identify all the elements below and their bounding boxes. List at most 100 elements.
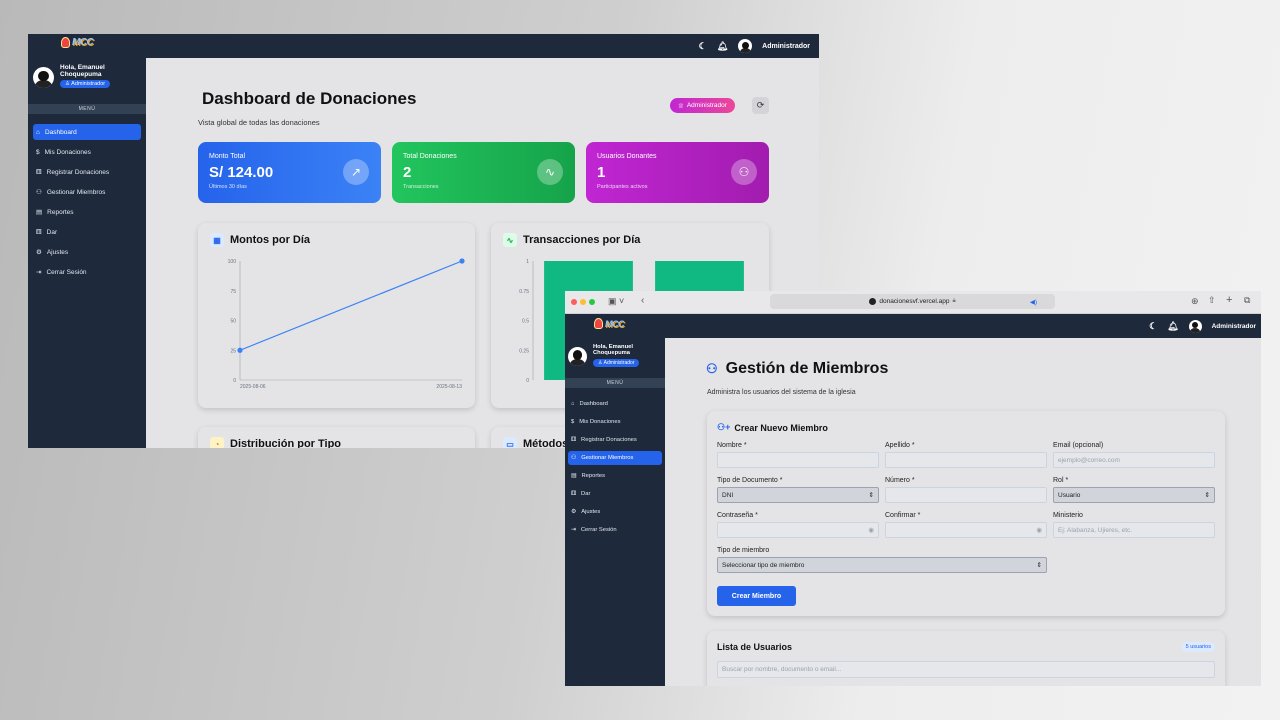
role-button[interactable]: ♕ Administrador: [670, 98, 735, 113]
sidebar-item-label: Ajustes: [46, 248, 69, 256]
sidebar-item-dar[interactable]: ⚅ Dar: [568, 487, 662, 501]
page-title: Dashboard de Donaciones: [202, 89, 417, 108]
y-tick-label: 100: [228, 259, 237, 265]
refresh-button[interactable]: ⟳: [752, 97, 769, 114]
x-tick-label: 2025-08-13: [436, 384, 462, 390]
tabs-icon[interactable]: ⧉: [1244, 295, 1250, 306]
create-title-text: Crear Nuevo Miembro: [734, 422, 828, 433]
users-icon: ⚇: [571, 455, 577, 461]
sidebar-item-dar[interactable]: ⚅ Dar: [33, 224, 141, 240]
credit-card-icon: ▭: [503, 437, 517, 448]
logo-text: MCC: [605, 318, 625, 329]
activity-icon: ∿: [537, 159, 563, 185]
app-logo[interactable]: MCC: [594, 318, 625, 329]
sidebar-item-label: Cerrar Sesión: [580, 527, 617, 533]
card-value: 1: [597, 164, 606, 181]
ministerio-input[interactable]: Ej: Alabanza, Ujieres, etc.: [1053, 522, 1215, 538]
gift-icon: ⚅: [571, 491, 577, 497]
new-tab-icon[interactable]: +: [1226, 294, 1232, 306]
tipo-documento-select[interactable]: DNI ⇕: [717, 487, 879, 503]
speaker-icon[interactable]: ◀): [1030, 298, 1037, 306]
download-icon[interactable]: ⊕: [1191, 296, 1199, 307]
sidebar-item-reportes[interactable]: ▤ Reportes: [33, 204, 141, 220]
rol-select[interactable]: Usuario ⇕: [1053, 487, 1215, 503]
nombre-input[interactable]: [717, 452, 879, 468]
avatar[interactable]: [738, 39, 753, 53]
line-chart: 100 75 50 25 0 2025-08-06 2025-08-13: [228, 258, 465, 390]
card-value: 2: [403, 164, 412, 181]
user-profile: Hola, Emanuel Choquepuma ♙ Administrador: [568, 344, 640, 367]
search-input[interactable]: Buscar por nombre, documento o email...: [717, 661, 1215, 678]
sidebar-item-label: Gestionar Miembros: [581, 455, 634, 461]
stat-card-monto: Monto Total S/ 124.00 Últimos 30 días ↗: [198, 142, 381, 203]
users-icon: ⚇: [731, 159, 757, 185]
tipo-miembro-select[interactable]: Seleccionar tipo de miembro ⇕: [717, 557, 1047, 573]
minimize-dot[interactable]: [580, 299, 586, 305]
sidebar-item-label: Dashboard: [44, 128, 77, 136]
chevron-updown-icon: ⇕: [868, 492, 874, 499]
sidebar-item-cerrar-sesion[interactable]: ⇥ Cerrar Sesión: [33, 264, 141, 280]
role-badge: ♙ Administrador: [60, 80, 111, 89]
sidebar-item-gestionar-miembros[interactable]: ⚇ Gestionar Miembros: [568, 451, 662, 465]
numero-input[interactable]: [885, 487, 1047, 503]
top-bar: ☾ 🔔︎ Administrador: [565, 314, 1261, 338]
eye-icon[interactable]: ◉: [1036, 526, 1042, 534]
address-bar[interactable]: donacionesvf.vercel.app 🔒︎ ◀): [770, 294, 1055, 309]
sidebar-toggle-icon[interactable]: ▣ ˅: [608, 296, 624, 307]
confirmar-input[interactable]: ◉: [885, 522, 1047, 538]
sidebar-item-dashboard[interactable]: ⌂ Dashboard: [568, 397, 662, 411]
y-tick-label: 0: [233, 378, 236, 384]
share-icon[interactable]: ⇧: [1208, 295, 1216, 306]
panel-distribucion: ◔ Distribución por Tipo: [198, 427, 475, 448]
eye-icon[interactable]: ◉: [868, 526, 874, 534]
home-icon: ⌂: [36, 128, 40, 136]
admin-name[interactable]: Administrador: [1212, 323, 1256, 330]
tipo-miembro-field: Tipo de miembro Seleccionar tipo de miemb…: [717, 547, 1047, 573]
sidebar-item-gestionar-miembros[interactable]: ⚇ Gestionar Miembros: [33, 184, 141, 200]
gear-icon: ⚙: [571, 509, 577, 515]
close-dot[interactable]: [571, 299, 577, 305]
y-tick-label: 25: [230, 348, 236, 354]
y-tick-label: 1: [526, 259, 529, 265]
bell-icon[interactable]: 🔔︎: [717, 41, 728, 52]
sidebar-item-reportes[interactable]: ▤ Reportes: [568, 469, 662, 483]
dollar-icon: $: [571, 419, 575, 425]
apellido-input[interactable]: [885, 452, 1047, 468]
maximize-dot[interactable]: [589, 299, 595, 305]
trending-up-icon: ↗: [343, 159, 369, 185]
list-title: Lista de Usuarios: [717, 642, 793, 652]
refresh-icon: ⟳: [756, 100, 765, 110]
email-input[interactable]: ejemplo@correo.com: [1053, 452, 1215, 468]
sidebar: MCC Hola, Emanuel Choquepuma ♙ Administr…: [28, 34, 146, 448]
create-member-panel: ⚇+ Crear Nuevo Miembro Nombre * Apellido …: [707, 411, 1225, 616]
back-icon[interactable]: ‹: [641, 295, 644, 306]
sidebar-item-label: Registrar Donaciones: [46, 168, 110, 176]
sidebar-nav: ⌂ Dashboard $ Mis Donaciones ⚅ Registrar Dona…: [28, 124, 146, 284]
avatar: [33, 67, 54, 88]
award-icon: ♕: [678, 102, 684, 110]
sidebar-item-registrar-donaciones[interactable]: ⚅ Registrar Donaciones: [568, 433, 662, 447]
sidebar-item-dashboard[interactable]: ⌂ Dashboard: [33, 124, 141, 140]
apellido-label: Apellido *: [885, 442, 915, 449]
greeting-line1: Hola, Emanuel: [60, 64, 105, 71]
sidebar-item-mis-donaciones[interactable]: $ Mis Donaciones: [568, 415, 662, 429]
moon-icon[interactable]: ☾: [1149, 321, 1157, 332]
create-title: ⚇+ Crear Nuevo Miembro: [717, 422, 828, 433]
contrasena-input[interactable]: ◉: [717, 522, 879, 538]
sidebar-item-mis-donaciones[interactable]: $ Mis Donaciones: [33, 144, 141, 160]
sidebar-item-registrar-donaciones[interactable]: ⚅ Registrar Donaciones: [33, 164, 141, 180]
avatar[interactable]: [1188, 319, 1202, 333]
menu-header: MENÚ: [28, 104, 146, 114]
admin-name[interactable]: Administrador: [762, 43, 810, 50]
members-window: ▣ ˅ ‹ donacionesvf.vercel.app 🔒︎ ◀) ⊕ ⇧ …: [565, 291, 1261, 686]
crear-miembro-button[interactable]: Crear Miembro: [717, 586, 796, 606]
y-tick-label: 0.75: [519, 289, 529, 295]
moon-icon[interactable]: ☾: [699, 41, 707, 52]
app-logo[interactable]: MCC: [61, 37, 94, 48]
panel-montos: ▦ Montos por Día 100 75 50 25 0 2025-08-06 2025…: [198, 223, 475, 408]
users-icon: ⚇: [706, 361, 718, 376]
sidebar-item-ajustes[interactable]: ⚙ Ajustes: [568, 505, 662, 519]
sidebar-item-cerrar-sesion[interactable]: ⇥ Cerrar Sesión: [568, 523, 662, 537]
bell-icon[interactable]: 🔔︎: [1167, 321, 1178, 332]
sidebar-item-ajustes[interactable]: ⚙ Ajustes: [33, 244, 141, 260]
